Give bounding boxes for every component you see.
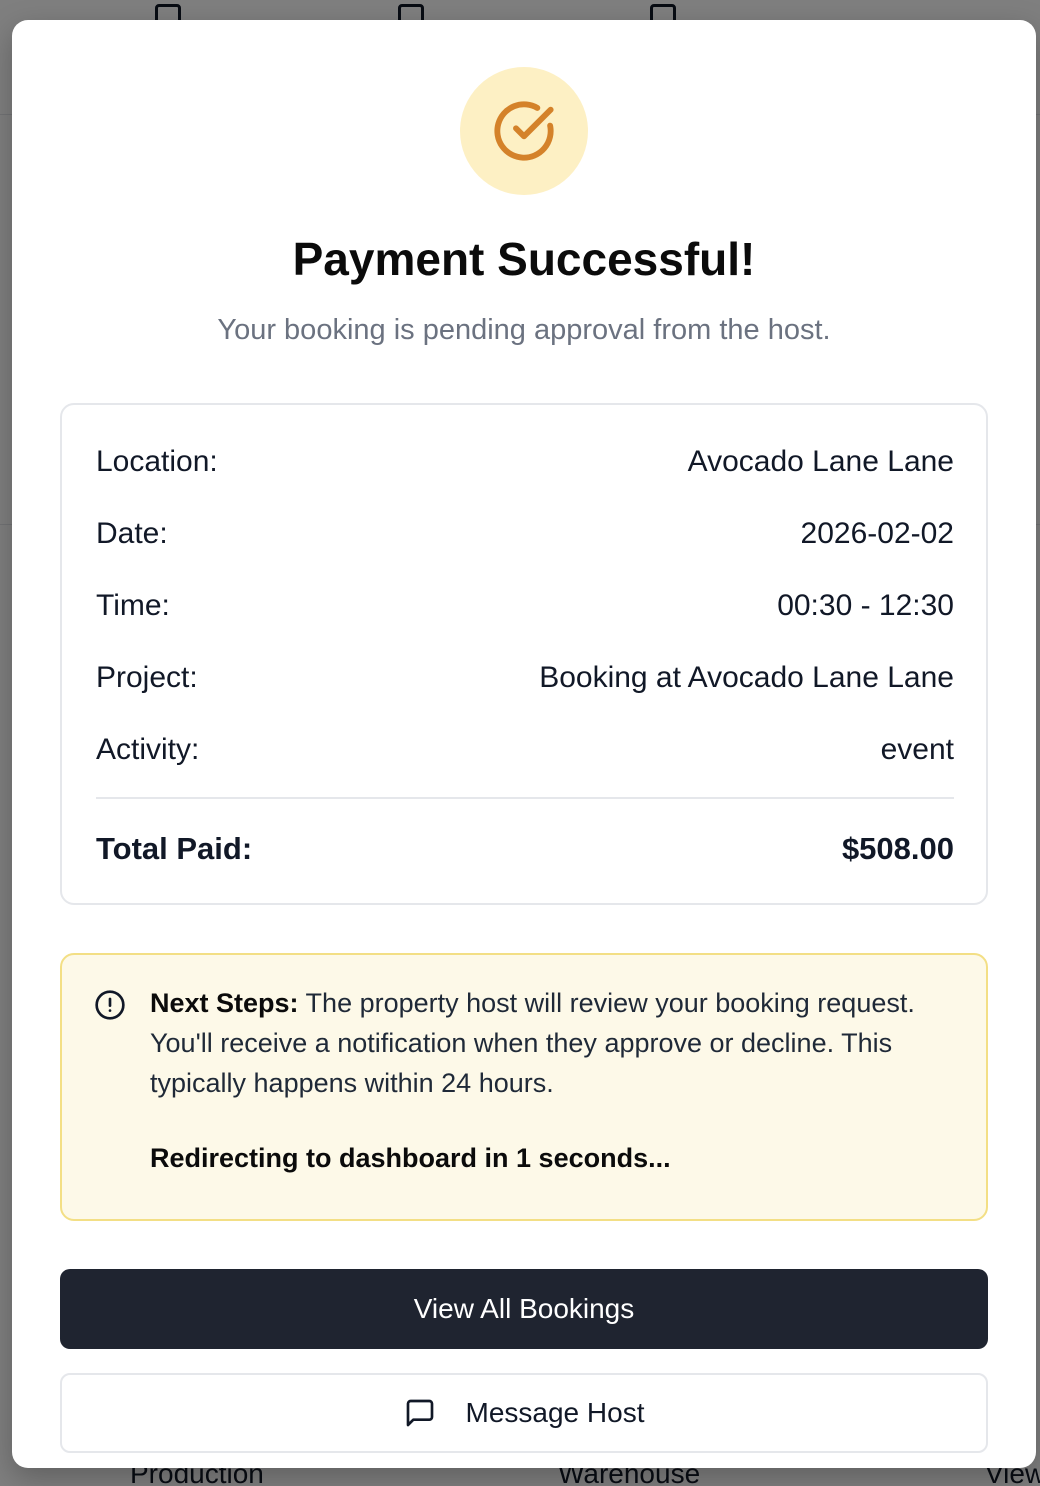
detail-value: event — [880, 733, 954, 766]
message-host-button[interactable]: Message Host — [60, 1373, 988, 1453]
notice-text: Next Steps: The property host will revie… — [150, 983, 940, 1103]
detail-label: Location: — [96, 445, 218, 478]
detail-value: 00:30 - 12:30 — [777, 589, 954, 622]
total-value: $508.00 — [841, 831, 954, 866]
detail-value: Booking at Avocado Lane Lane — [539, 661, 954, 694]
detail-row-time: Time: 00:30 - 12:30 — [96, 589, 954, 623]
notice-heading: Next Steps: — [150, 988, 299, 1018]
detail-label: Time: — [96, 589, 170, 622]
detail-label: Activity: — [96, 733, 200, 766]
next-steps-notice: Next Steps: The property host will revie… — [60, 953, 988, 1221]
view-all-bookings-button[interactable]: View All Bookings — [60, 1269, 988, 1349]
button-label: View All Bookings — [413, 1293, 635, 1324]
details-divider — [96, 797, 954, 799]
modal-subtitle: Your booking is pending approval from th… — [217, 314, 831, 346]
info-circle-icon — [95, 990, 125, 1020]
detail-label: Date: — [96, 517, 168, 550]
detail-row-activity: Activity: event — [96, 733, 954, 767]
detail-label: Project: — [96, 661, 198, 694]
detail-row-total: Total Paid: $508.00 — [96, 831, 954, 867]
check-circle-icon — [494, 101, 554, 161]
detail-row-location: Location: Avocado Lane Lane — [96, 445, 954, 479]
booking-details-card: Location: Avocado Lane Lane Date: 2026-0… — [60, 403, 988, 905]
payment-success-modal: Payment Successful! Your booking is pend… — [12, 20, 1036, 1468]
modal-title: Payment Successful! — [292, 233, 756, 285]
detail-value: 2026-02-02 — [800, 517, 954, 550]
success-badge — [460, 67, 588, 195]
redirect-countdown: Redirecting to dashboard in 1 seconds... — [150, 1143, 671, 1173]
message-square-icon — [406, 1399, 433, 1427]
detail-row-date: Date: 2026-02-02 — [96, 517, 954, 551]
button-label: Message Host — [465, 1397, 645, 1428]
total-label: Total Paid: — [96, 831, 253, 866]
detail-value: Avocado Lane Lane — [687, 445, 954, 478]
detail-row-project: Project: Booking at Avocado Lane Lane — [96, 661, 954, 695]
